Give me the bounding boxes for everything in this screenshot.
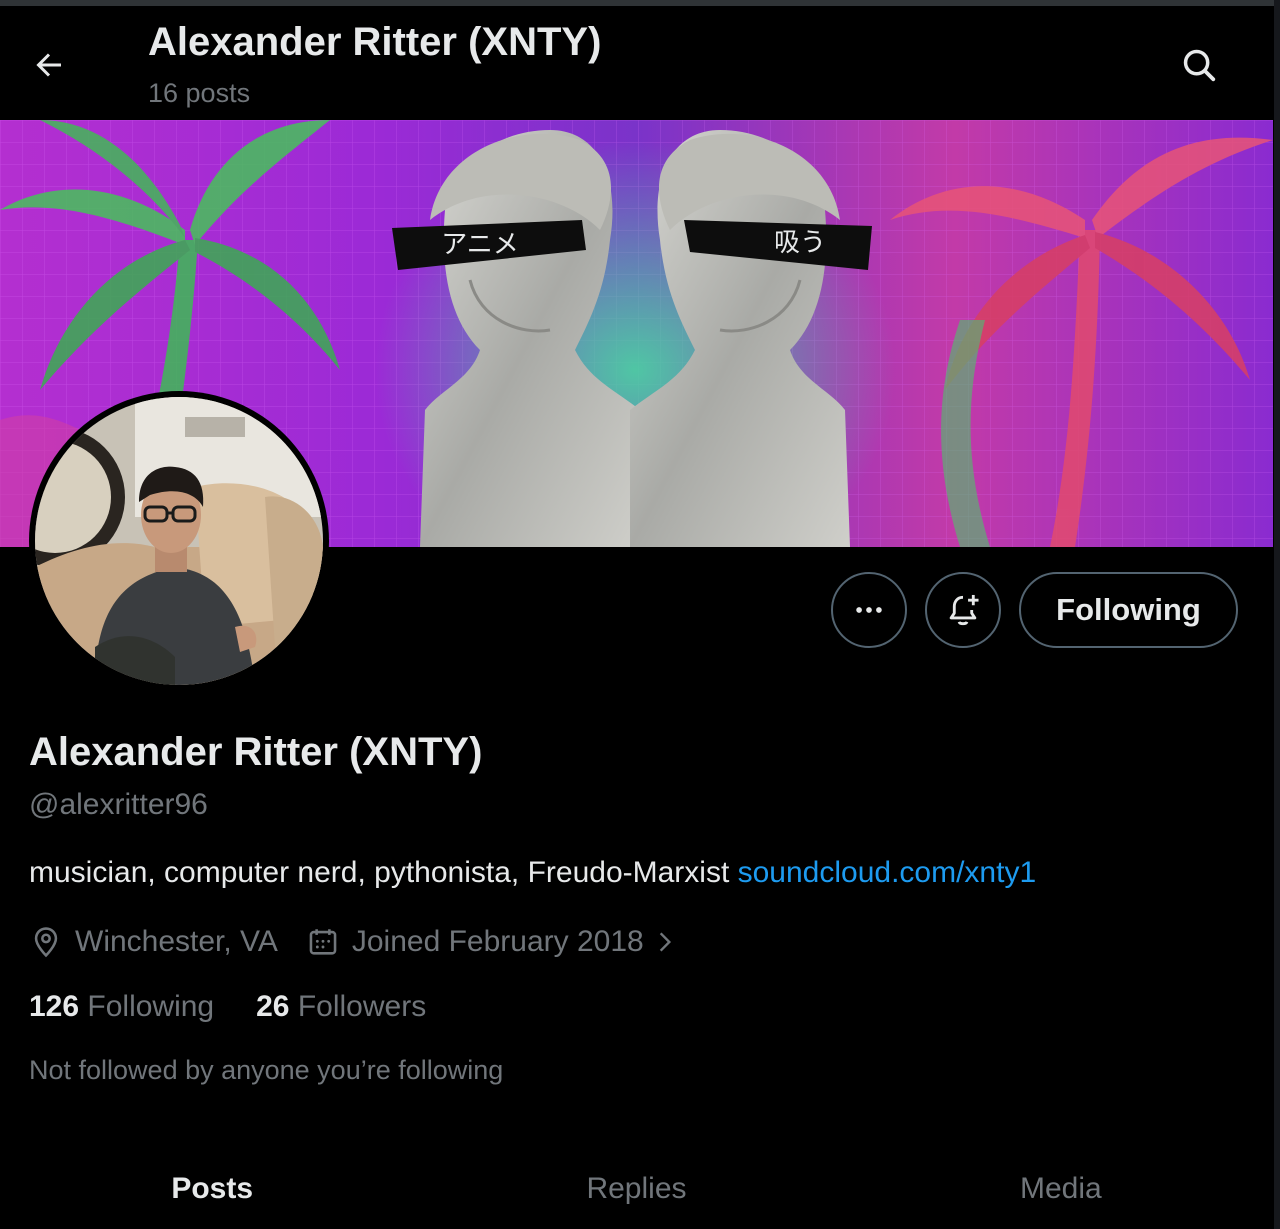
bio-link[interactable]: soundcloud.com/xnty1 [738,856,1037,889]
following-label: Following [79,990,215,1023]
followers-label: Followers [289,990,427,1023]
bio-text: musician, computer nerd, pythonista, Fre… [29,856,738,889]
banner-caption-right: 吸う [774,228,826,258]
tab-replies-label: Replies [586,1172,687,1205]
profile-handle: @alexritter96 [29,788,208,821]
arrow-left-icon [36,53,61,77]
joined-item[interactable]: Joined February 2018 [306,925,678,959]
followers-count-link[interactable]: 26 Followers [256,990,426,1024]
profile-meta: Winchester, VA Joined February 2018 [29,922,678,962]
header-post-count: 16 posts [148,78,251,108]
following-count-link[interactable]: 126 Following [29,990,214,1024]
profile-bio: musician, computer nerd, pythonista, Fre… [29,856,1036,890]
following-count: 126 [29,990,80,1023]
window-top-border [0,0,1280,6]
chevron-right-icon [659,932,671,952]
tab-media[interactable]: Media [849,1150,1273,1229]
location-text: Winchester, VA [75,925,278,958]
mutuals-note: Not followed by anyone you’re following [29,1055,504,1085]
more-options-button[interactable] [831,572,907,648]
banner-caption-left: アニメ [441,230,518,260]
profile-tabs: Posts Replies Media [0,1150,1273,1229]
tab-posts-label: Posts [171,1172,254,1205]
scrollbar-track[interactable] [1274,0,1280,1229]
tab-media-label: Media [1019,1172,1102,1205]
following-button[interactable]: Following [1019,572,1238,648]
profile-avatar[interactable] [29,391,329,691]
joined-text: Joined February 2018 [351,925,644,958]
turn-on-notifications-button[interactable] [925,572,1001,648]
location-pin-icon [34,927,58,958]
search-button[interactable] [1174,40,1224,90]
calendar-icon [309,929,337,955]
tab-replies[interactable]: Replies [424,1150,848,1229]
bell-plus-icon [949,594,979,626]
search-icon [1183,49,1216,82]
profile-display-name: Alexander Ritter (XNTY) [29,730,483,774]
location-item: Winchester, VA [29,925,278,959]
header-title: Alexander Ritter (XNTY) [148,20,602,64]
follow-stats: 126 Following 26 Followers [29,990,426,1024]
tab-posts[interactable]: Posts [0,1150,424,1229]
followers-count: 26 [256,990,290,1023]
back-button[interactable] [26,42,72,88]
more-horizontal-icon [856,607,882,613]
